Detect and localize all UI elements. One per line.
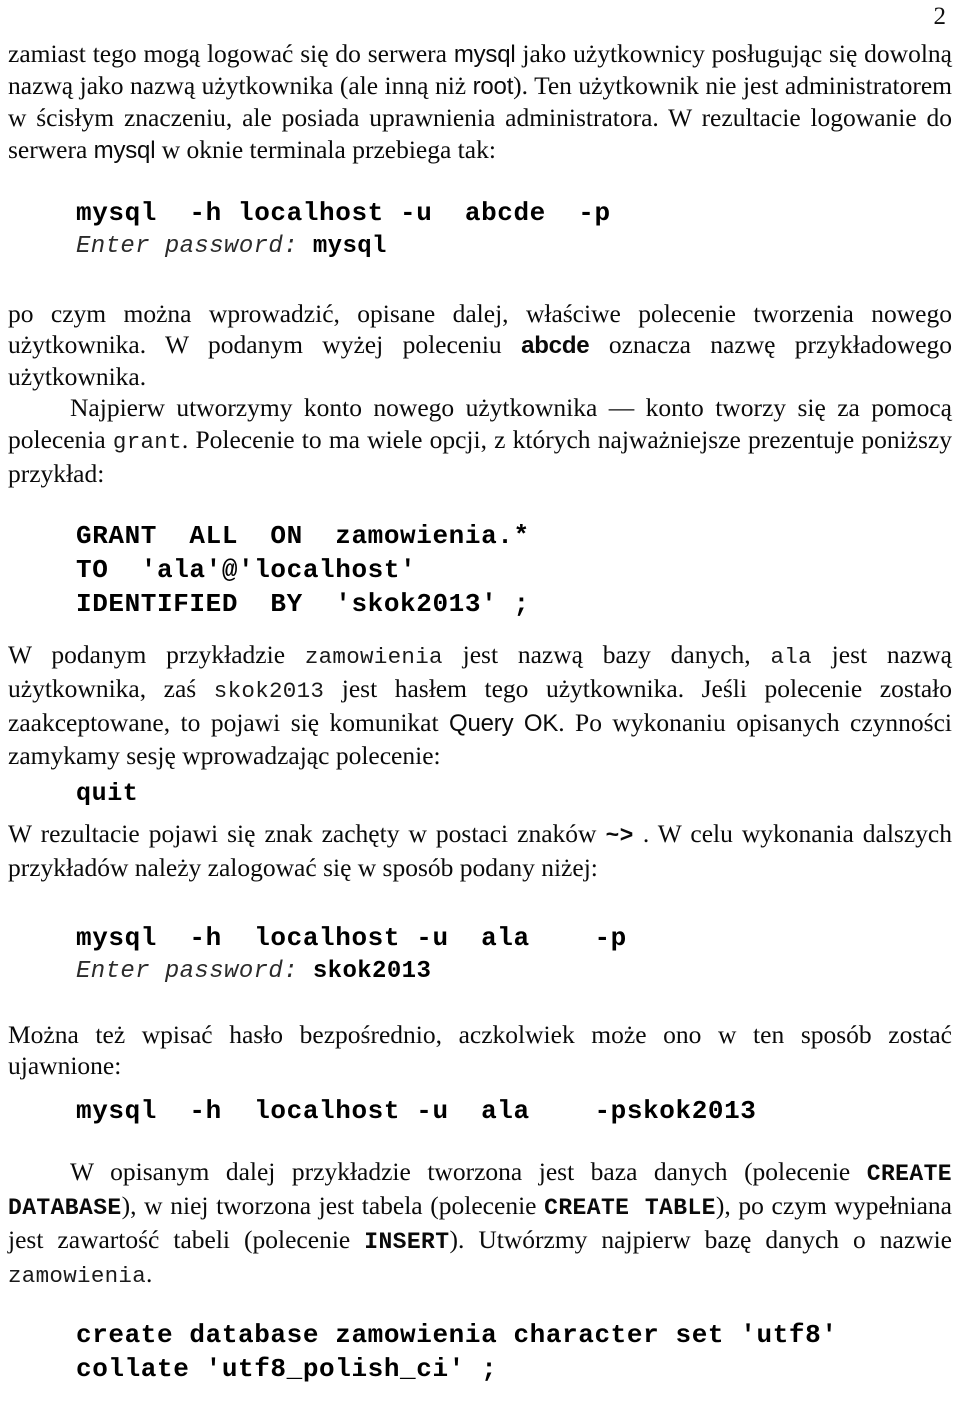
paragraph-grant-explain: W podanym przykładzie zamowienia jest na… (8, 639, 952, 771)
text-run: W podanym przykładzie (8, 640, 305, 670)
document-page: 2 zamiast tego mogą logować się do serwe… (0, 0, 960, 1421)
text-run: . (146, 1259, 153, 1289)
password-prompt-value: skok2013 (298, 958, 432, 986)
code-term-query-ok: Query OK (449, 710, 559, 738)
code-line-command: mysql -h localhost -u ala -p (76, 923, 627, 954)
code-term-zamowienia: zamowienia (8, 1263, 147, 1290)
paragraph-abcde-explain: po czym można wprowadzić, opisane dalej,… (8, 298, 952, 393)
code-term-mysql: mysql (453, 41, 516, 68)
text-run: jest nazwą bazy danych, (442, 640, 771, 670)
code-line-password-prompt: Enter password: skok2013 (8, 955, 952, 989)
code-line-create-2: collate 'utf8_polish_ci' ; (76, 1354, 498, 1385)
paragraph-create-intro: W opisanym dalej przykładzie tworzona je… (8, 1156, 952, 1293)
code-term-ala: ala (770, 644, 812, 671)
password-prompt-value: mysql (298, 232, 387, 260)
code-term-tilde-gt: ~> (605, 822, 634, 849)
code-block-login-ala: mysql -h localhost -u ala -p Enter passw… (8, 921, 952, 989)
paragraph-intro: zamiast tego mogą logować się do serwera… (8, 38, 952, 166)
code-line-grant-1: GRANT ALL ON zamowienia.* (76, 521, 530, 552)
paragraph-prompt-explain: W rezultacie pojawi się znak zachęty w p… (8, 818, 952, 883)
code-line-grant-3: IDENTIFIED BY 'skok2013' ; (76, 589, 530, 620)
code-term-create-table: CREATE TABLE (544, 1194, 716, 1221)
text-run: W opisanym dalej przykładzie tworzona je… (70, 1156, 867, 1186)
text-run: W rezultacie pojawi się znak zachęty w p… (8, 818, 606, 848)
spacer-top (8, 0, 952, 38)
code-term-insert: INSERT (364, 1229, 450, 1256)
code-line-quit: quit (76, 778, 139, 808)
code-line-password-prompt: Enter password: mysql (8, 230, 952, 264)
paragraph-grant-intro: Najpierw utworzymy konto nowego użytkown… (8, 392, 952, 489)
page-number: 2 (933, 3, 947, 30)
code-term-grant: grant (112, 428, 182, 455)
code-line-command: mysql -h localhost -u ala -pskok2013 (76, 1095, 757, 1126)
code-term-abcde: abcde (521, 332, 590, 360)
paragraph-inline-password: Można też wpisać hasło bezpośrednio, acz… (8, 1019, 952, 1081)
code-line-command: mysql -h localhost -u abcde -p (76, 197, 611, 228)
code-term-skok2013: skok2013 (213, 678, 325, 705)
text-run: zamiast tego mogą logować się do serwera (8, 39, 454, 68)
code-block-quit: quit (8, 777, 952, 810)
code-term-root: root (472, 73, 514, 101)
code-block-create-database: create database zamowienia character set… (8, 1318, 952, 1386)
text-run: w oknie terminala przebiega tak: (155, 134, 496, 164)
text-run: Można też wpisać hasło bezpośrednio, acz… (8, 1020, 952, 1081)
code-term-zamowienia: zamowienia (304, 644, 443, 671)
code-line-create-1: create database zamowienia character set… (76, 1320, 838, 1351)
code-block-login-abcde: mysql -h localhost -u abcde -p Enter pas… (8, 196, 952, 264)
code-block-login-ala-inline: mysql -h localhost -u ala -pskok2013 (8, 1094, 952, 1128)
password-prompt-label: Enter password: (76, 958, 299, 986)
code-term-mysql: mysql (93, 136, 156, 164)
code-line-grant-2: TO 'ala'@'localhost' (76, 555, 417, 586)
code-block-grant: GRANT ALL ON zamowienia.* TO 'ala'@'loca… (8, 519, 952, 621)
password-prompt-label: Enter password: (76, 232, 299, 260)
text-run: ). Utwórzmy najpierw bazę danych o nazwi… (449, 1225, 952, 1255)
text-run: ), w niej tworzona jest tabela (poleceni… (121, 1190, 545, 1220)
